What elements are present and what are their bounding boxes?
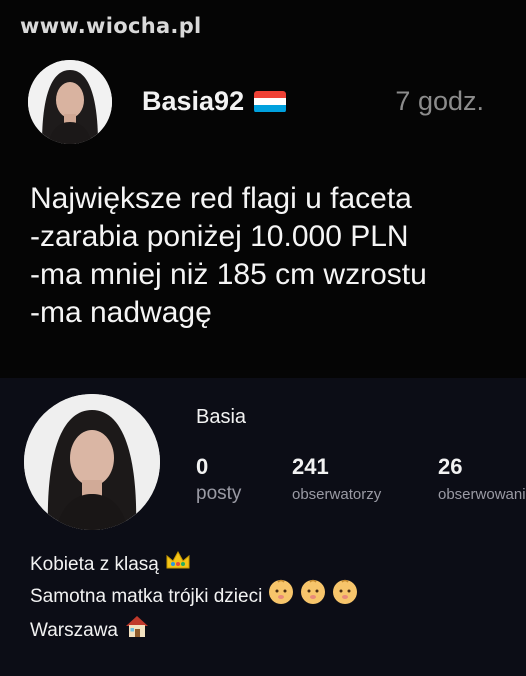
stat-posts-label[interactable]: posty	[196, 483, 241, 505]
username-text[interactable]: Basia92	[142, 86, 244, 117]
stat-followers-label[interactable]: obserwatorzy	[292, 486, 381, 503]
watermark-overlay: www.wiocha.pl	[20, 14, 202, 38]
house-icon	[124, 614, 150, 647]
stat-following-value[interactable]: 26	[438, 454, 462, 480]
post-username[interactable]: Basia92	[142, 86, 287, 117]
bio-line: Samotna matka trójki dzieci	[30, 579, 358, 614]
profile-avatar[interactable]	[24, 394, 160, 530]
profile-name: Basia	[196, 406, 247, 428]
bio-line: Warszawa	[30, 614, 358, 647]
bio-text: Samotna matka trójki dzieci	[30, 585, 263, 607]
post-time: 7 godz.	[395, 86, 484, 116]
post-avatar[interactable]	[28, 60, 112, 144]
stat-following-label[interactable]: obserwowani	[438, 486, 526, 503]
bio-line: Kobieta z klasą	[30, 550, 358, 579]
bio-text: Warszawa	[30, 619, 118, 641]
baby-icon	[332, 579, 358, 614]
post-line: -ma mniej niż 185 cm wzrostu	[30, 258, 427, 291]
post-line: -ma nadwagę	[30, 296, 212, 329]
profile-card: Basia 0 posty 241 obserwatorzy 26 obserw…	[0, 378, 526, 676]
crown-icon	[165, 550, 191, 579]
stat-posts-value[interactable]: 0	[196, 454, 208, 480]
luxembourg-flag-icon	[254, 90, 287, 113]
post-line: -zarabia poniżej 10.000 PLN	[30, 220, 409, 253]
post-text: Największe red flagi u faceta -zarabia p…	[30, 180, 427, 332]
post-card: www.wiocha.pl Basia92 7 godz. Największe…	[0, 0, 526, 378]
baby-icon	[268, 579, 294, 614]
stat-followers-value[interactable]: 241	[292, 454, 329, 480]
post-line: Największe red flagi u faceta	[30, 182, 412, 215]
baby-icon	[300, 579, 326, 614]
profile-bio: Kobieta z klasą Samotna matka trójki dzi…	[30, 550, 358, 647]
bio-text: Kobieta z klasą	[30, 553, 159, 575]
